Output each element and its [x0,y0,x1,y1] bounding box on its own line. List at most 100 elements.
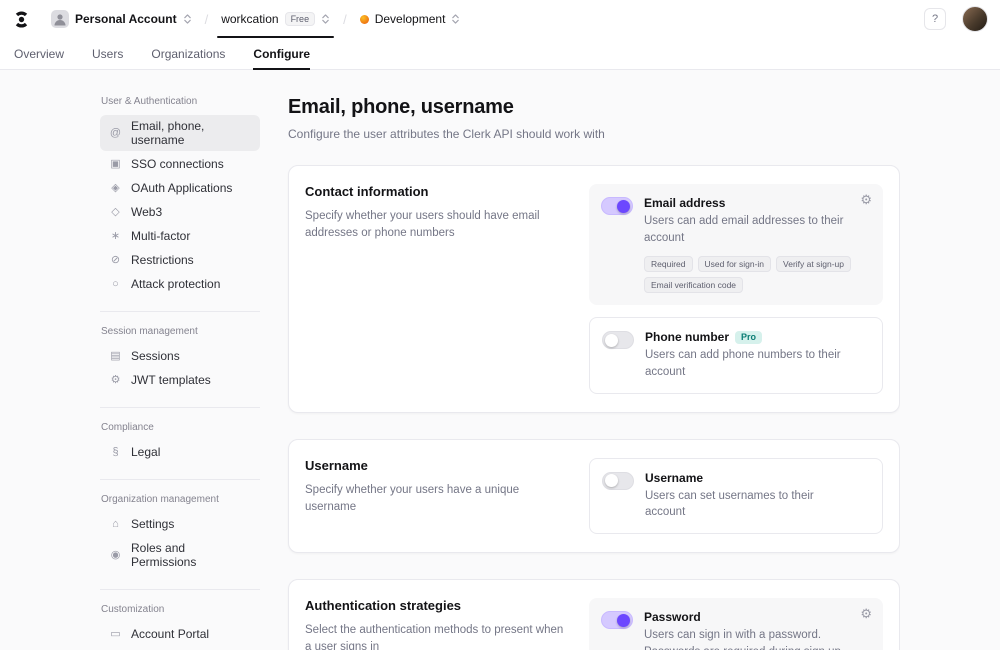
sidebar-item-label: OAuth Applications [131,181,232,195]
pro-badge: Pro [735,331,762,344]
topbar: Personal Account / workcation Free / Dev… [0,0,1000,38]
card-settings: Password Users can sign in with a passwo… [589,598,883,650]
setting-title: Email address [644,196,855,210]
sidebar-item-web3[interactable]: ◇ Web3 [100,201,260,223]
environment-switcher[interactable]: Development [354,0,467,38]
roles-icon: ◉ [109,550,122,561]
sidebar-item-email-phone-username[interactable]: @ Email, phone, username [100,115,260,151]
portal-icon: ▭ [109,629,122,640]
sidebar-item-label: Attack protection [131,277,220,291]
setting-body: Email address Users can add email addres… [644,196,871,293]
environment-name: Development [375,12,446,26]
email-address-toggle[interactable] [601,197,633,215]
breadcrumb-separator: / [342,12,348,27]
card-username: Username Specify whether your users have… [288,439,900,553]
toggle-knob [605,334,618,347]
clerk-logo-icon[interactable] [12,10,31,29]
at-icon: @ [109,128,122,139]
account-name: Personal Account [75,12,177,26]
restrictions-icon: ⊘ [109,255,122,266]
card-contact-information: Contact information Specify whether your… [288,165,900,413]
section-title-user-authentication: User & Authentication [101,96,260,107]
card-title: Username [305,458,567,473]
section-title-session-management: Session management [101,326,260,337]
setting-title-text: Phone number [645,330,729,344]
sidebar-item-label: Roles and Permissions [131,541,251,569]
content: User & Authentication @ Email, phone, us… [100,70,900,650]
sidebar-item-legal[interactable]: § Legal [100,441,260,463]
caret-updown-icon [451,13,460,25]
toggle-knob [605,474,618,487]
setting-description: Users can add email addresses to their a… [644,213,855,246]
sidebar-item-attack-protection[interactable]: ○ Attack protection [100,273,260,295]
sidebar-divider [100,407,260,408]
sidebar-item-label: Legal [131,445,160,459]
sidebar-item-jwt-templates[interactable]: ⚙ JWT templates [100,369,260,391]
setting-body: Password Users can sign in with a passwo… [644,610,871,650]
app-switcher[interactable]: workcation Free [215,0,336,38]
help-button[interactable]: ? [924,8,946,30]
setting-body: Phone number Pro Users can add phone num… [645,330,870,380]
oauth-icon: ◈ [109,183,122,194]
setting-email-address: Email address Users can add email addres… [589,184,883,305]
tab-configure[interactable]: Configure [253,38,310,69]
sidebar-item-org-settings[interactable]: ⌂ Settings [100,513,260,535]
sidebar-item-label: Restrictions [131,253,194,267]
web3-icon: ◇ [109,207,122,218]
plan-badge: Free [285,12,316,26]
sidebar-item-label: Account Portal [131,627,209,641]
app-name: workcation [221,12,278,26]
environment-dot-icon [360,15,369,24]
setting-password: Password Users can sign in with a passwo… [589,598,883,650]
sidebar-item-sessions[interactable]: ▤ Sessions [100,345,260,367]
username-toggle[interactable] [602,472,634,490]
sidebar-item-restrictions[interactable]: ⊘ Restrictions [100,249,260,271]
caret-updown-icon [321,13,330,25]
tab-users[interactable]: Users [92,38,123,69]
gear-icon[interactable]: ⚙ [860,193,872,206]
tab-organizations[interactable]: Organizations [151,38,225,69]
sidebar-item-label: Multi-factor [131,229,190,243]
sidebar-divider [100,311,260,312]
sidebar-item-oauth-applications[interactable]: ◈ OAuth Applications [100,177,260,199]
app-window: Personal Account / workcation Free / Dev… [0,0,1000,650]
account-switcher[interactable]: Personal Account [45,0,198,38]
settings-sidebar: User & Authentication @ Email, phone, us… [100,96,260,650]
sidebar-divider [100,589,260,590]
sidebar-item-sso-connections[interactable]: ▣ SSO connections [100,153,260,175]
card-header: Contact information Specify whether your… [305,184,567,394]
phone-number-toggle[interactable] [602,331,634,349]
page-subtitle: Configure the user attributes the Clerk … [288,127,900,141]
setting-description: Users can set usernames to their account [645,488,854,521]
badge-used-for-sign-in: Used for sign-in [698,256,772,272]
gear-icon[interactable]: ⚙ [860,607,872,620]
main-panel: Email, phone, username Configure the use… [288,96,900,650]
toggle-knob [617,614,630,627]
setting-title: Phone number Pro [645,330,854,344]
sidebar-item-label: Settings [131,517,174,531]
card-settings: Email address Users can add email addres… [589,184,883,394]
setting-title: Password [644,610,855,624]
sidebar-item-account-portal[interactable]: ▭ Account Portal [100,623,260,645]
shield-icon: ○ [109,279,122,290]
card-title: Authentication strategies [305,598,567,613]
password-toggle[interactable] [601,611,633,629]
card-header: Authentication strategies Select the aut… [305,598,567,650]
card-authentication-strategies: Authentication strategies Select the aut… [288,579,900,650]
sso-icon: ▣ [109,159,122,170]
setting-username: Username Users can set usernames to thei… [589,458,883,534]
sidebar-item-roles-permissions[interactable]: ◉ Roles and Permissions [100,537,260,573]
sidebar-divider [100,479,260,480]
card-description: Specify whether your users have a unique… [305,482,567,517]
user-avatar[interactable] [962,6,988,32]
jwt-icon: ⚙ [109,375,122,386]
sidebar-item-multi-factor[interactable]: ∗ Multi-factor [100,225,260,247]
sidebar-item-label: JWT templates [131,373,211,387]
setting-title: Username [645,471,854,485]
org-settings-icon: ⌂ [109,519,122,530]
tab-overview[interactable]: Overview [14,38,64,69]
section-title-compliance: Compliance [101,422,260,433]
setting-description: Users can sign in with a password. Passw… [644,627,855,650]
sidebar-item-label: Web3 [131,205,162,219]
card-settings: Username Users can set usernames to thei… [589,458,883,534]
